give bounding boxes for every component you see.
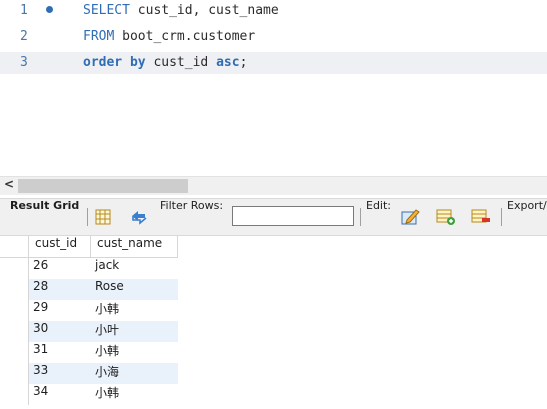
row-header[interactable] [0, 363, 29, 384]
cell-cust-name[interactable]: jack [95, 258, 119, 279]
cell-cust-name[interactable]: 小叶 [95, 321, 119, 342]
code-text: order by cust_id asc; [83, 52, 247, 74]
toolbar-divider [87, 208, 88, 226]
keyword-order-by: order by [83, 55, 146, 70]
table-row[interactable]: 33 小海 [0, 363, 178, 384]
cell-cust-name[interactable]: Rose [95, 279, 124, 300]
column-header-cust-id[interactable]: cust_id [29, 236, 91, 258]
keyword-select: SELECT [83, 3, 130, 18]
filter-rows-label: Filter Rows: [160, 199, 224, 212]
code-text: SELECT cust_id, cust_name [83, 0, 279, 22]
cell-cust-name[interactable]: 小韩 [95, 384, 119, 405]
table-name: boot_crm.customer [114, 29, 256, 44]
editor-line-3[interactable]: 3 order by cust_id asc; [0, 52, 547, 74]
cell-cust-name[interactable]: 小韩 [95, 300, 119, 321]
line-number: 3 [20, 55, 28, 70]
toolbar-divider [501, 208, 502, 226]
row-header[interactable] [0, 384, 29, 405]
grid-layout-icon[interactable] [95, 209, 111, 229]
delete-row-icon[interactable] [471, 208, 491, 230]
code-text: FROM boot_crm.customer [83, 26, 255, 48]
keyword-from: FROM [83, 29, 115, 44]
add-row-icon[interactable] [436, 208, 456, 230]
line-number: 2 [20, 29, 28, 44]
cell-cust-name[interactable]: 小海 [95, 363, 119, 384]
cell-cust-name[interactable]: 小韩 [95, 342, 119, 363]
result-grid[interactable]: cust_id cust_name 26 jack 28 Rose 29 小韩 … [0, 236, 547, 409]
row-header[interactable] [0, 300, 29, 321]
table-row[interactable]: 26 jack [0, 258, 178, 279]
table-row[interactable]: 29 小韩 [0, 300, 178, 321]
select-columns: cust_id, cust_name [129, 3, 279, 18]
order-column: cust_id [145, 55, 217, 70]
result-grid-tab[interactable]: Result Grid [10, 199, 79, 235]
table-row[interactable]: 31 小韩 [0, 342, 178, 363]
line-number: 1 [20, 3, 28, 18]
row-header[interactable] [0, 342, 29, 363]
refresh-icon[interactable] [130, 209, 148, 229]
horizontal-scrollbar[interactable]: < [0, 176, 547, 195]
scroll-left-icon[interactable]: < [3, 177, 15, 195]
filter-rows-input[interactable] [232, 206, 354, 226]
row-header[interactable] [0, 279, 29, 300]
cell-cust-id[interactable]: 28 [33, 279, 48, 300]
row-header[interactable] [0, 321, 29, 342]
edit-cell-icon[interactable] [401, 208, 421, 230]
table-row[interactable]: 34 小韩 [0, 384, 178, 405]
cell-cust-id[interactable]: 30 [33, 321, 48, 342]
editor-line-1[interactable]: 1 SELECT cust_id, cust_name [0, 0, 547, 22]
sql-editor[interactable]: 1 SELECT cust_id, cust_name 2 FROM boot_… [0, 0, 547, 170]
export-button[interactable]: Export/ [507, 199, 547, 235]
scrollbar-thumb[interactable] [18, 179, 188, 193]
semicolon: ; [239, 55, 248, 70]
cell-cust-id[interactable]: 33 [33, 363, 48, 384]
table-row[interactable]: 30 小叶 [0, 321, 178, 342]
row-header-corner [0, 236, 29, 258]
cell-cust-id[interactable]: 26 [33, 258, 48, 279]
cell-cust-id[interactable]: 31 [33, 342, 48, 363]
statement-marker-icon [46, 6, 53, 13]
table-row[interactable]: 28 Rose [0, 279, 178, 300]
row-header[interactable] [0, 258, 29, 279]
keyword-asc: asc [216, 55, 240, 70]
edit-label: Edit: [366, 199, 392, 212]
column-header-cust-name[interactable]: cust_name [91, 236, 178, 258]
editor-line-2[interactable]: 2 FROM boot_crm.customer [0, 26, 547, 48]
cell-cust-id[interactable]: 29 [33, 300, 48, 321]
cell-cust-id[interactable]: 34 [33, 384, 48, 405]
toolbar-divider [360, 208, 361, 226]
